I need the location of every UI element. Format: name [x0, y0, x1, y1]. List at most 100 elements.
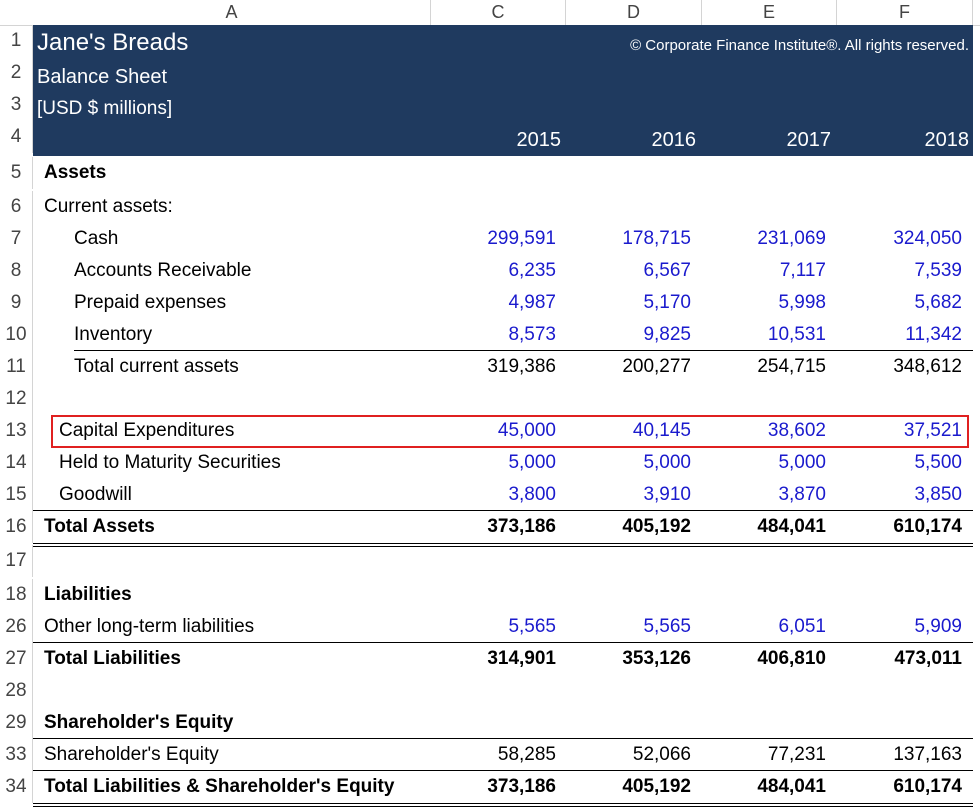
- row-number[interactable]: 34: [0, 771, 33, 803]
- value-cell-2016[interactable]: 5,565: [561, 611, 691, 643]
- row-number[interactable]: 5: [0, 157, 33, 189]
- value-cell-2015[interactable]: 5,000: [426, 447, 556, 479]
- value-cell-2016[interactable]: 52,066: [561, 739, 691, 771]
- row-label[interactable]: Held to Maturity Securities: [59, 447, 281, 479]
- value-cell-2016[interactable]: 9,825: [561, 319, 691, 351]
- year-header-2017: 2017: [786, 129, 832, 151]
- value-cell-2017[interactable]: 77,231: [696, 739, 826, 771]
- row-label[interactable]: Accounts Receivable: [74, 255, 251, 287]
- row-number[interactable]: 29: [0, 707, 33, 739]
- row-number[interactable]: 9: [0, 287, 33, 319]
- row-label[interactable]: Shareholder's Equity: [44, 739, 219, 771]
- value-cell-2015[interactable]: 314,901: [426, 643, 556, 675]
- row-number[interactable]: 7: [0, 223, 33, 255]
- value-cell-2015[interactable]: 8,573: [426, 319, 556, 351]
- row-number[interactable]: 2: [0, 57, 33, 89]
- row-label[interactable]: Cash: [74, 223, 118, 255]
- row-number[interactable]: 14: [0, 447, 33, 479]
- value-cell-2017[interactable]: 406,810: [696, 643, 826, 675]
- value-cell-2015[interactable]: 58,285: [426, 739, 556, 771]
- row-number[interactable]: 13: [0, 415, 33, 447]
- company-title: Jane's Breads: [37, 29, 189, 56]
- row-number[interactable]: 4: [0, 121, 33, 153]
- row-label[interactable]: Current assets:: [44, 191, 173, 223]
- value-cell-2017[interactable]: 231,069: [696, 223, 826, 255]
- row-number[interactable]: 8: [0, 255, 33, 287]
- value-cell-2017[interactable]: 7,117: [696, 255, 826, 287]
- row-label[interactable]: Inventory: [74, 319, 152, 351]
- value-cell-2018[interactable]: 348,612: [832, 351, 962, 383]
- value-cell-2018[interactable]: 7,539: [832, 255, 962, 287]
- row-label[interactable]: Total Liabilities: [44, 643, 181, 675]
- column-header-f[interactable]: F: [837, 0, 973, 25]
- row-label[interactable]: Other long-term liabilities: [44, 611, 254, 643]
- value-cell-2016[interactable]: 6,567: [561, 255, 691, 287]
- value-cell-2018[interactable]: 324,050: [832, 223, 962, 255]
- value-cell-2015[interactable]: 4,987: [426, 287, 556, 319]
- value-cell-2015[interactable]: 373,186: [426, 771, 556, 803]
- row-label[interactable]: Liabilities: [44, 579, 132, 611]
- row-label[interactable]: Prepaid expenses: [74, 287, 226, 319]
- value-cell-2015[interactable]: 299,591: [426, 223, 556, 255]
- value-cell-2018[interactable]: 137,163: [832, 739, 962, 771]
- row-number[interactable]: 6: [0, 191, 33, 223]
- value-cell-2018[interactable]: 610,174: [832, 771, 962, 803]
- row-label[interactable]: Assets: [44, 157, 106, 189]
- value-cell-2017[interactable]: 484,041: [696, 771, 826, 803]
- value-cell-2015[interactable]: 319,386: [426, 351, 556, 383]
- value-cell-2018[interactable]: 610,174: [832, 511, 962, 543]
- value-cell-2018[interactable]: 473,011: [832, 643, 962, 675]
- row-number[interactable]: 3: [0, 89, 33, 121]
- value-cell-2017[interactable]: 3,870: [696, 479, 826, 511]
- row-label[interactable]: Total current assets: [74, 351, 239, 383]
- row-number[interactable]: 28: [0, 675, 33, 707]
- row-label[interactable]: Total Assets: [44, 511, 155, 543]
- value-cell-2016[interactable]: 178,715: [561, 223, 691, 255]
- value-cell-2017[interactable]: 5,998: [696, 287, 826, 319]
- value-cell-2018[interactable]: 11,342: [832, 319, 962, 351]
- row-number[interactable]: 27: [0, 643, 33, 675]
- row-number[interactable]: 15: [0, 479, 33, 511]
- value-cell-2016[interactable]: 3,910: [561, 479, 691, 511]
- value-cell-2017[interactable]: 484,041: [696, 511, 826, 543]
- row-label[interactable]: Goodwill: [59, 479, 132, 511]
- capex-highlight-box: [51, 415, 969, 448]
- header-banner: Jane's Breads © Corporate Finance Instit…: [33, 25, 973, 156]
- value-cell-2017[interactable]: 10,531: [696, 319, 826, 351]
- copyright-notice: © Corporate Finance Institute®. All righ…: [630, 37, 969, 54]
- row-number[interactable]: 18: [0, 579, 33, 611]
- row-number[interactable]: 1: [0, 25, 33, 57]
- value-cell-2015[interactable]: 6,235: [426, 255, 556, 287]
- value-cell-2018[interactable]: 5,909: [832, 611, 962, 643]
- value-cell-2015[interactable]: 373,186: [426, 511, 556, 543]
- value-cell-2018[interactable]: 3,850: [832, 479, 962, 511]
- value-cell-2017[interactable]: 6,051: [696, 611, 826, 643]
- value-cell-2016[interactable]: 200,277: [561, 351, 691, 383]
- value-cell-2018[interactable]: 5,682: [832, 287, 962, 319]
- row-label[interactable]: Total Liabilities & Shareholder's Equity: [44, 771, 394, 803]
- column-header-d[interactable]: D: [566, 0, 702, 25]
- row-number[interactable]: 10: [0, 319, 33, 351]
- value-cell-2015[interactable]: 3,800: [426, 479, 556, 511]
- row-label[interactable]: Shareholder's Equity: [44, 707, 233, 739]
- column-header-bar: A C D E F: [0, 0, 980, 26]
- row-number[interactable]: 33: [0, 739, 33, 771]
- row-number[interactable]: 26: [0, 611, 33, 643]
- value-cell-2016[interactable]: 5,000: [561, 447, 691, 479]
- value-cell-2016[interactable]: 405,192: [561, 511, 691, 543]
- row-number[interactable]: 11: [0, 351, 33, 383]
- value-cell-2016[interactable]: 5,170: [561, 287, 691, 319]
- column-header-c[interactable]: C: [431, 0, 566, 25]
- row-number[interactable]: 12: [0, 383, 33, 415]
- year-header-2018: 2018: [924, 129, 970, 151]
- value-cell-2017[interactable]: 254,715: [696, 351, 826, 383]
- row-number[interactable]: 16: [0, 511, 33, 543]
- value-cell-2016[interactable]: 405,192: [561, 771, 691, 803]
- value-cell-2016[interactable]: 353,126: [561, 643, 691, 675]
- row-number[interactable]: 17: [0, 545, 33, 577]
- column-header-e[interactable]: E: [702, 0, 837, 25]
- value-cell-2015[interactable]: 5,565: [426, 611, 556, 643]
- value-cell-2018[interactable]: 5,500: [832, 447, 962, 479]
- column-header-a[interactable]: A: [33, 0, 431, 25]
- value-cell-2017[interactable]: 5,000: [696, 447, 826, 479]
